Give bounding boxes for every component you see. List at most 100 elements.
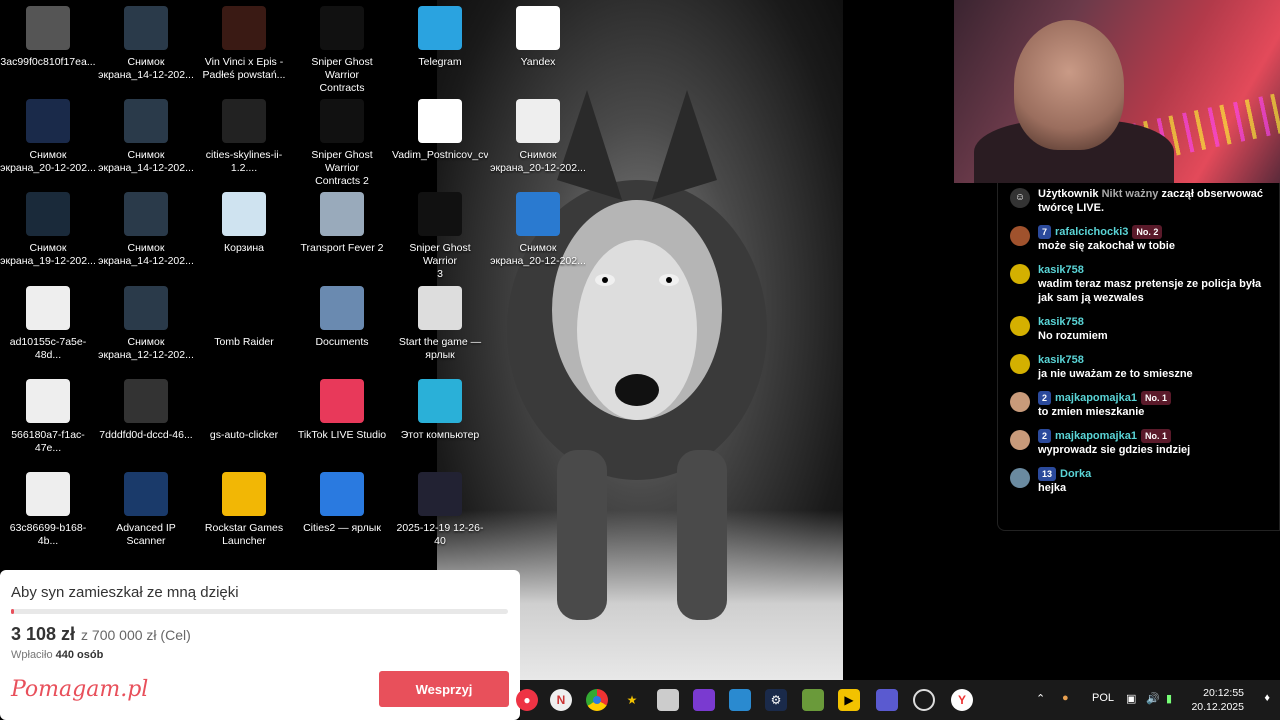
chat-username[interactable]: majkapomajka1 <box>1055 430 1137 442</box>
desktop-icon-label: Этот компьютер <box>400 429 480 441</box>
user-avatar[interactable] <box>1010 392 1030 412</box>
desktop-icon[interactable]: Снимок экрана_20-12-202... <box>490 95 586 183</box>
chat-username[interactable]: kasik758 <box>1038 316 1084 328</box>
desktop-icon[interactable]: Advanced IP Scanner <box>98 468 194 556</box>
chat-username[interactable]: majkapomajka1 <box>1055 392 1137 404</box>
desktop-icon[interactable]: Sniper Ghost Warrior Contracts 2 <box>294 95 390 187</box>
app-circle-icon[interactable]: N <box>550 689 572 711</box>
user-avatar[interactable] <box>1010 226 1030 246</box>
chat-username[interactable]: kasik758 <box>1038 264 1084 276</box>
chat-message: kasik758 wadim teraz masz pretensje ze po… <box>1008 263 1269 305</box>
chat-message-text: wadim teraz masz pretensje ze policja by… <box>1038 278 1262 304</box>
desktop-icon[interactable]: 3ac99f0c810f17ea... <box>0 2 96 90</box>
desktop-icon[interactable]: Этот компьютер <box>392 375 488 463</box>
desktop-icon-label: Sniper Ghost Warrior 3 <box>409 242 471 280</box>
desktop-icon[interactable]: Sniper Ghost Warrior 3 <box>392 188 488 280</box>
desktop-icon[interactable]: Cities2 — ярлык <box>294 468 390 556</box>
notification-bell-icon[interactable]: ♦ <box>1264 692 1270 704</box>
chat-message-text: to zmien mieszkanie <box>1038 406 1145 418</box>
chrome-icon[interactable] <box>586 689 608 711</box>
desktop-icon[interactable]: 566180a7-f1ac-47e... <box>0 375 96 463</box>
user-level-badge: 13 <box>1038 467 1057 481</box>
desktop-icon[interactable]: Снимок экрана_20-12-202... <box>0 95 96 183</box>
live-chat-panel: ☺ Użytkownik Nikt ważny zaczął obserwowa… <box>997 183 1280 531</box>
desktop-icon-label: Cities2 — ярлык <box>303 522 381 534</box>
chat-username[interactable]: kasik758 <box>1038 354 1084 366</box>
minecraft-icon[interactable] <box>802 689 824 711</box>
settings-shortcut-icon <box>418 286 462 330</box>
documents-folder-icon <box>320 286 364 330</box>
desktop-icon[interactable]: TikTok LIVE Studio <box>294 375 390 463</box>
desktop-icon[interactable]: Снимок экрана_19-12-202... <box>0 188 96 276</box>
desktop-icon[interactable]: Transport Fever 2 <box>294 188 390 276</box>
volume-icon[interactable]: 🔊 <box>1146 692 1160 705</box>
desktop-icon[interactable]: 63c86699-b168-4b... <box>0 468 96 556</box>
desktop-icon[interactable]: Telegram <box>392 2 488 90</box>
screenshot-icon <box>26 192 70 236</box>
chevron-up-icon[interactable]: ⌃ <box>1036 692 1045 705</box>
chat-message: 2 majkapomajka1 No. 1 wyprowadz sie gdzies … <box>1008 429 1269 457</box>
desktop-icon-label: Снимок экрана_14-12-202... <box>98 56 194 81</box>
clock-date: 20.12.2025 <box>1191 701 1244 713</box>
taskbar-clock[interactable]: 20:12:55 20.12.2025 <box>1191 686 1244 714</box>
desktop-icon[interactable]: Sniper Ghost Warrior Contracts <box>294 2 390 94</box>
desktop-icon[interactable]: Rockstar Games Launcher <box>196 468 292 556</box>
battery-icon[interactable]: ▮ <box>1166 692 1172 705</box>
user-avatar[interactable] <box>1010 468 1030 488</box>
desktop-icon[interactable]: Снимок экрана_20-12-202... <box>490 188 586 276</box>
desktop-icon-label: Снимок экрана_14-12-202... <box>98 149 194 174</box>
chat-username[interactable]: rafalcichocki3 <box>1055 226 1128 238</box>
language-indicator[interactable]: POL <box>1092 692 1114 704</box>
desktop-icon-label: Documents <box>315 336 369 348</box>
chat-message-text: ja nie uważam ze to smieszne <box>1038 368 1193 380</box>
system-username[interactable]: Nikt ważny <box>1102 188 1159 200</box>
steam-icon[interactable]: ⚙ <box>765 689 787 711</box>
video-file-icon <box>124 379 168 423</box>
fan-rank-badge: No. 2 <box>1132 225 1163 239</box>
desktop-icon[interactable]: Снимок экрана_14-12-202... <box>98 2 194 90</box>
desktop-icon[interactable]: Start the game — ярлык <box>392 282 488 370</box>
teams-icon[interactable] <box>876 689 898 711</box>
package-icon[interactable] <box>657 689 679 711</box>
desktop-icon-label: 2025-12-19 12-26-40 <box>396 522 484 547</box>
yandex-taskbar-icon[interactable]: Y <box>951 689 973 711</box>
desktop-icon[interactable]: gs-auto-clicker <box>196 375 292 463</box>
cities2-icon <box>320 472 364 516</box>
telegram-icon <box>418 6 462 50</box>
user-avatar[interactable] <box>1010 264 1030 284</box>
screenshot-icon <box>516 99 560 143</box>
sgw-contracts2-icon <box>320 99 364 143</box>
desktop-icon[interactable]: 2025-12-19 12-26-40 <box>392 468 488 556</box>
desktop-icon[interactable]: 7dddfd0d-dccd-46... <box>98 375 194 463</box>
desktop-icon[interactable]: Documents <box>294 282 390 370</box>
tiktok-studio-taskbar-icon[interactable] <box>913 689 935 711</box>
support-button[interactable]: Wesprzyj <box>379 671 509 707</box>
desktop-icon[interactable]: Yandex <box>490 2 586 90</box>
photos-icon[interactable] <box>729 689 751 711</box>
display-icon[interactable]: ▣ <box>1126 692 1136 705</box>
desktop-icon[interactable]: Корзина <box>196 188 292 276</box>
microphone-icon[interactable]: ● <box>1062 692 1069 704</box>
star-app-icon[interactable]: ★ <box>621 689 643 711</box>
screenshot-icon <box>124 192 168 236</box>
media-player-icon[interactable]: ▶ <box>838 689 860 711</box>
user-avatar[interactable] <box>1010 354 1030 374</box>
user-avatar[interactable] <box>1010 316 1030 336</box>
desktop-icon-label: Transport Fever 2 <box>300 242 384 254</box>
user-avatar[interactable] <box>1010 430 1030 450</box>
desktop-icon[interactable]: Снимок экрана_14-12-202... <box>98 188 194 276</box>
desktop-icon[interactable]: cities-skylines-ii-1.2.... <box>196 95 292 183</box>
desktop-icon[interactable]: Vin Vinci x Epis - Padłeś powstań... <box>196 2 292 90</box>
rockstar-icon <box>222 472 266 516</box>
app-taskbar-icon[interactable]: ● <box>516 689 538 711</box>
fundraiser-goal: z 700 000 zł (Cel) <box>81 627 191 643</box>
desktop-icon[interactable]: Снимок экрана_14-12-202... <box>98 95 194 183</box>
desktop-icon[interactable]: ad10155c-7a5e-48d... <box>0 282 96 370</box>
chat-username[interactable]: Dorka <box>1060 468 1091 480</box>
desktop-icon[interactable]: Tomb Raider <box>196 282 292 370</box>
chat-message: 13 Dorka hejka <box>1008 467 1269 495</box>
desktop-icon[interactable]: Снимок экрана_12-12-202... <box>98 282 194 370</box>
app-grid-icon[interactable] <box>693 689 715 711</box>
desktop-icon[interactable]: Vadim_Postnicov_cv <box>392 95 488 183</box>
chat-message-list: 7 rafalcichocki3 No. 2 może się zakochał w … <box>1008 225 1269 495</box>
